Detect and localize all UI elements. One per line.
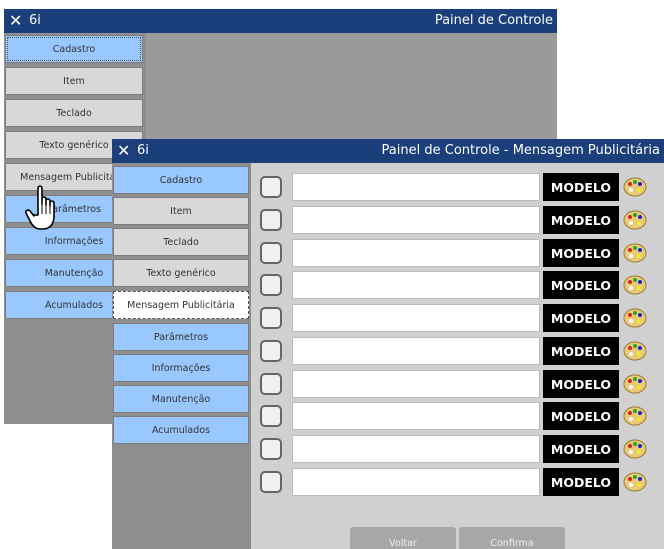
window-title: Painel de Controle — [434, 13, 553, 28]
modelo-button[interactable]: MODELO — [543, 173, 619, 201]
sidebar-item-teclado[interactable]: Teclado — [5, 99, 143, 127]
title-bar: ✕ 6i Painel de Controle - Mensagem Publi… — [112, 139, 664, 163]
palette-icon[interactable] — [622, 306, 648, 330]
title-bar: ✕ 6i Painel de Controle — [4, 9, 557, 33]
sidebar-item-manutencao[interactable]: Manutenção — [113, 385, 249, 413]
message-text-field[interactable] — [292, 370, 540, 398]
row-checkbox[interactable] — [260, 274, 282, 296]
message-text-field[interactable] — [292, 402, 540, 430]
row-checkbox[interactable] — [260, 209, 282, 231]
palette-icon[interactable] — [622, 470, 648, 494]
window-title: Painel de Controle - Mensagem Publicitár… — [381, 143, 660, 158]
palette-icon[interactable] — [622, 175, 648, 199]
palette-icon[interactable] — [622, 241, 648, 265]
message-text-field[interactable] — [292, 271, 540, 299]
voltar-button[interactable]: Voltar — [350, 527, 456, 549]
message-text-field[interactable] — [292, 239, 540, 267]
app-name: 6i — [29, 13, 41, 28]
sidebar-item-mensagem-publicitaria[interactable]: Mensagem Publicitária — [113, 291, 249, 319]
sidebar-item-item[interactable]: Item — [113, 197, 249, 225]
close-icon[interactable]: ✕ — [9, 10, 22, 32]
modelo-button[interactable]: MODELO — [543, 206, 619, 234]
sidebar-item-cadastro[interactable]: Cadastro — [113, 166, 249, 194]
palette-icon[interactable] — [622, 372, 648, 396]
modelo-button[interactable]: MODELO — [543, 239, 619, 267]
sidebar-item-acumulados[interactable]: Acumulados — [113, 416, 249, 444]
palette-icon[interactable] — [622, 273, 648, 297]
message-text-field[interactable] — [292, 337, 540, 365]
modelo-button[interactable]: MODELO — [543, 271, 619, 299]
modelo-button[interactable]: MODELO — [543, 304, 619, 332]
close-icon[interactable]: ✕ — [117, 140, 130, 162]
message-text-field[interactable] — [292, 435, 540, 463]
sidebar-item-cadastro[interactable]: Cadastro — [5, 35, 143, 63]
message-list-panel: MODELO MODELO MODELO MODELO MODELO MODEL… — [251, 163, 664, 549]
row-checkbox[interactable] — [260, 176, 282, 198]
sidebar-item-parametros[interactable]: Parâmetros — [113, 323, 249, 351]
confirma-button[interactable]: Confirma — [459, 527, 565, 549]
sidebar-item-item[interactable]: Item — [5, 67, 143, 95]
modelo-button[interactable]: MODELO — [543, 468, 619, 496]
row-checkbox[interactable] — [260, 307, 282, 329]
row-checkbox[interactable] — [260, 242, 282, 264]
row-checkbox[interactable] — [260, 471, 282, 493]
sidebar-item-texto-generico[interactable]: Texto genérico — [113, 259, 249, 287]
row-checkbox[interactable] — [260, 405, 282, 427]
modelo-button[interactable]: MODELO — [543, 337, 619, 365]
palette-icon[interactable] — [622, 339, 648, 363]
sidebar-menu: Cadastro Item Teclado Texto genérico Men… — [112, 163, 251, 549]
front-window: ✕ 6i Painel de Controle - Mensagem Publi… — [112, 139, 664, 549]
modelo-button[interactable]: MODELO — [543, 402, 619, 430]
palette-icon[interactable] — [622, 404, 648, 428]
modelo-button[interactable]: MODELO — [543, 370, 619, 398]
message-text-field[interactable] — [292, 468, 540, 496]
modelo-button[interactable]: MODELO — [543, 435, 619, 463]
sidebar-item-teclado[interactable]: Teclado — [113, 228, 249, 256]
palette-icon[interactable] — [622, 437, 648, 461]
sidebar-item-informacoes[interactable]: Informações — [113, 354, 249, 382]
message-text-field[interactable] — [292, 206, 540, 234]
row-checkbox[interactable] — [260, 438, 282, 460]
row-checkbox[interactable] — [260, 340, 282, 362]
hand-cursor-icon — [25, 185, 55, 230]
message-text-field[interactable] — [292, 304, 540, 332]
row-checkbox[interactable] — [260, 373, 282, 395]
palette-icon[interactable] — [622, 208, 648, 232]
app-name: 6i — [137, 143, 149, 158]
message-text-field[interactable] — [292, 173, 540, 201]
